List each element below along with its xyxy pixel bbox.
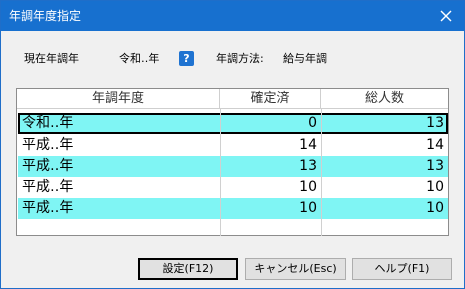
table-row[interactable]: 令和‥年 0 13 (18, 113, 448, 134)
settings-button[interactable]: 設定(F12) (138, 258, 238, 280)
help-button[interactable]: ヘルプ(F1) (352, 258, 452, 280)
method-value: 給与年調 (283, 52, 327, 65)
confirmed-cell: 14 (299, 137, 317, 153)
current-year-label: 現在年調年 (24, 52, 79, 65)
column-header-year[interactable]: 年調年度 (17, 89, 220, 109)
total-cell: 10 (426, 200, 444, 216)
window-title: 年調年度指定 (9, 9, 82, 23)
title-bar: 年調年度指定 (1, 1, 464, 31)
close-icon[interactable] (436, 6, 456, 26)
confirmed-cell: 10 (299, 200, 317, 216)
column-divider (321, 109, 322, 236)
total-cell: 10 (426, 179, 444, 195)
confirmed-cell: 13 (299, 158, 317, 174)
total-cell: 13 (426, 115, 444, 131)
help-icon[interactable]: ? (179, 51, 194, 66)
table-row[interactable]: 平成‥年 10 10 (18, 177, 448, 198)
year-list[interactable]: 年調年度 確定済 総人数 令和‥年 0 13 平成‥年 14 14 平成‥年 1… (16, 88, 449, 236)
year-cell: 平成‥年 (22, 200, 74, 216)
current-year-value: 令和‥年 (119, 52, 160, 65)
column-divider (220, 109, 221, 236)
method-label: 年調方法: (216, 52, 264, 65)
dialog-window: 年調年度指定 現在年調年 令和‥年 ? 年調方法: 給与年調 年調年度 確定済 … (0, 0, 465, 289)
total-cell: 13 (426, 158, 444, 174)
year-cell: 平成‥年 (22, 158, 74, 174)
confirmed-cell: 0 (308, 115, 317, 131)
cancel-button[interactable]: キャンセル(Esc) (245, 258, 346, 280)
confirmed-cell: 10 (299, 179, 317, 195)
table-row[interactable]: 平成‥年 13 13 (18, 156, 448, 177)
table-row[interactable]: 平成‥年 10 10 (18, 198, 448, 219)
year-cell: 令和‥年 (22, 115, 74, 131)
year-cell: 平成‥年 (22, 179, 74, 195)
total-cell: 14 (426, 137, 444, 153)
year-cell: 平成‥年 (22, 137, 74, 153)
column-header-confirmed[interactable]: 確定済 (220, 89, 321, 109)
column-header-total[interactable]: 総人数 (321, 89, 448, 109)
table-row[interactable]: 平成‥年 14 14 (18, 135, 448, 156)
